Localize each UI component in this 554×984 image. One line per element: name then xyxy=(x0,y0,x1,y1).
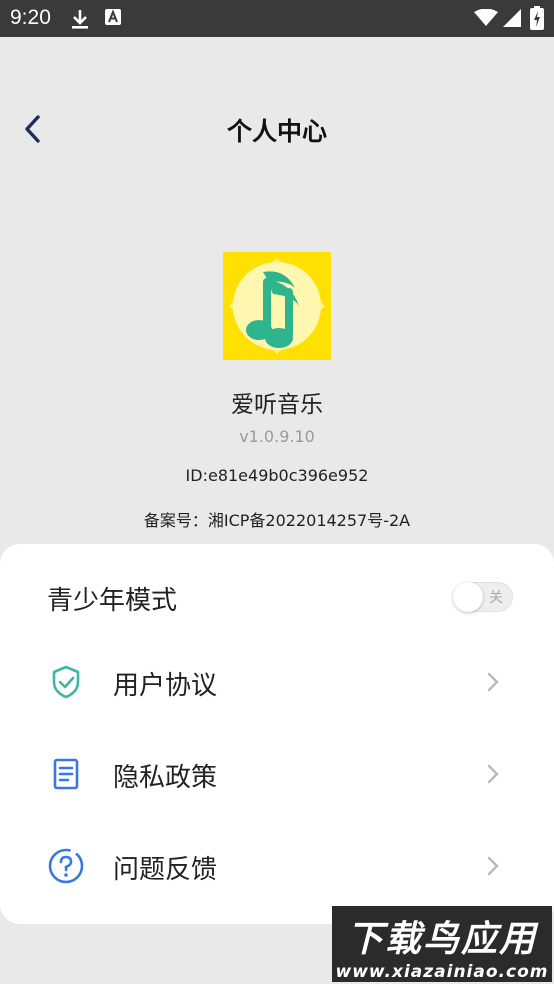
menu-item-label: 隐私政策 xyxy=(113,763,218,793)
toggle-knob xyxy=(453,582,483,612)
status-time: 9:20 xyxy=(10,6,51,29)
teen-mode-label: 青少年模式 xyxy=(47,586,178,616)
app-name: 爱听音乐 xyxy=(231,392,323,418)
teen-mode-toggle[interactable]: 关 xyxy=(453,582,513,612)
chevron-right-icon xyxy=(487,764,499,784)
teen-mode-row: 青少年模式 关 xyxy=(0,544,554,632)
menu-item-privacy-policy[interactable]: 隐私政策 xyxy=(0,731,554,819)
page-title: 个人中心 xyxy=(226,117,327,146)
menu-item-label: 问题反馈 xyxy=(113,855,218,885)
watermark-title: 下载鸟应用 xyxy=(346,919,537,960)
status-bar: 9:20 xyxy=(0,0,554,37)
app-id: ID:e81e49b0c396e952 xyxy=(185,466,369,485)
watermark-url: www.xiazainiao.com xyxy=(335,962,549,982)
app-logo xyxy=(223,252,331,360)
wifi-icon xyxy=(474,9,498,26)
document-icon xyxy=(53,758,79,790)
menu-item-feedback[interactable]: 问题反馈 xyxy=(0,823,554,911)
download-icon xyxy=(72,10,88,29)
toggle-state-label: 关 xyxy=(489,590,503,606)
icp-record: 备案号：湘ICP备2022014257号-2A xyxy=(143,511,411,530)
battery-icon xyxy=(530,6,544,30)
watermark: 下载鸟应用 www.xiazainiao.com xyxy=(332,906,552,982)
app-version: v1.0.9.10 xyxy=(239,427,315,446)
menu-item-label: 用户协议 xyxy=(113,671,218,701)
chevron-right-icon xyxy=(487,672,499,692)
question-icon xyxy=(48,848,84,884)
shield-check-icon xyxy=(52,665,80,699)
settings-card: 青少年模式 关 用户协议 隐私政策 问题反馈 xyxy=(0,544,554,924)
chevron-right-icon xyxy=(487,856,499,876)
menu-item-user-agreement[interactable]: 用户协议 xyxy=(0,639,554,727)
signal-icon xyxy=(503,9,521,27)
app-notification-icon xyxy=(105,9,121,25)
page-header: 个人中心 xyxy=(0,95,554,165)
